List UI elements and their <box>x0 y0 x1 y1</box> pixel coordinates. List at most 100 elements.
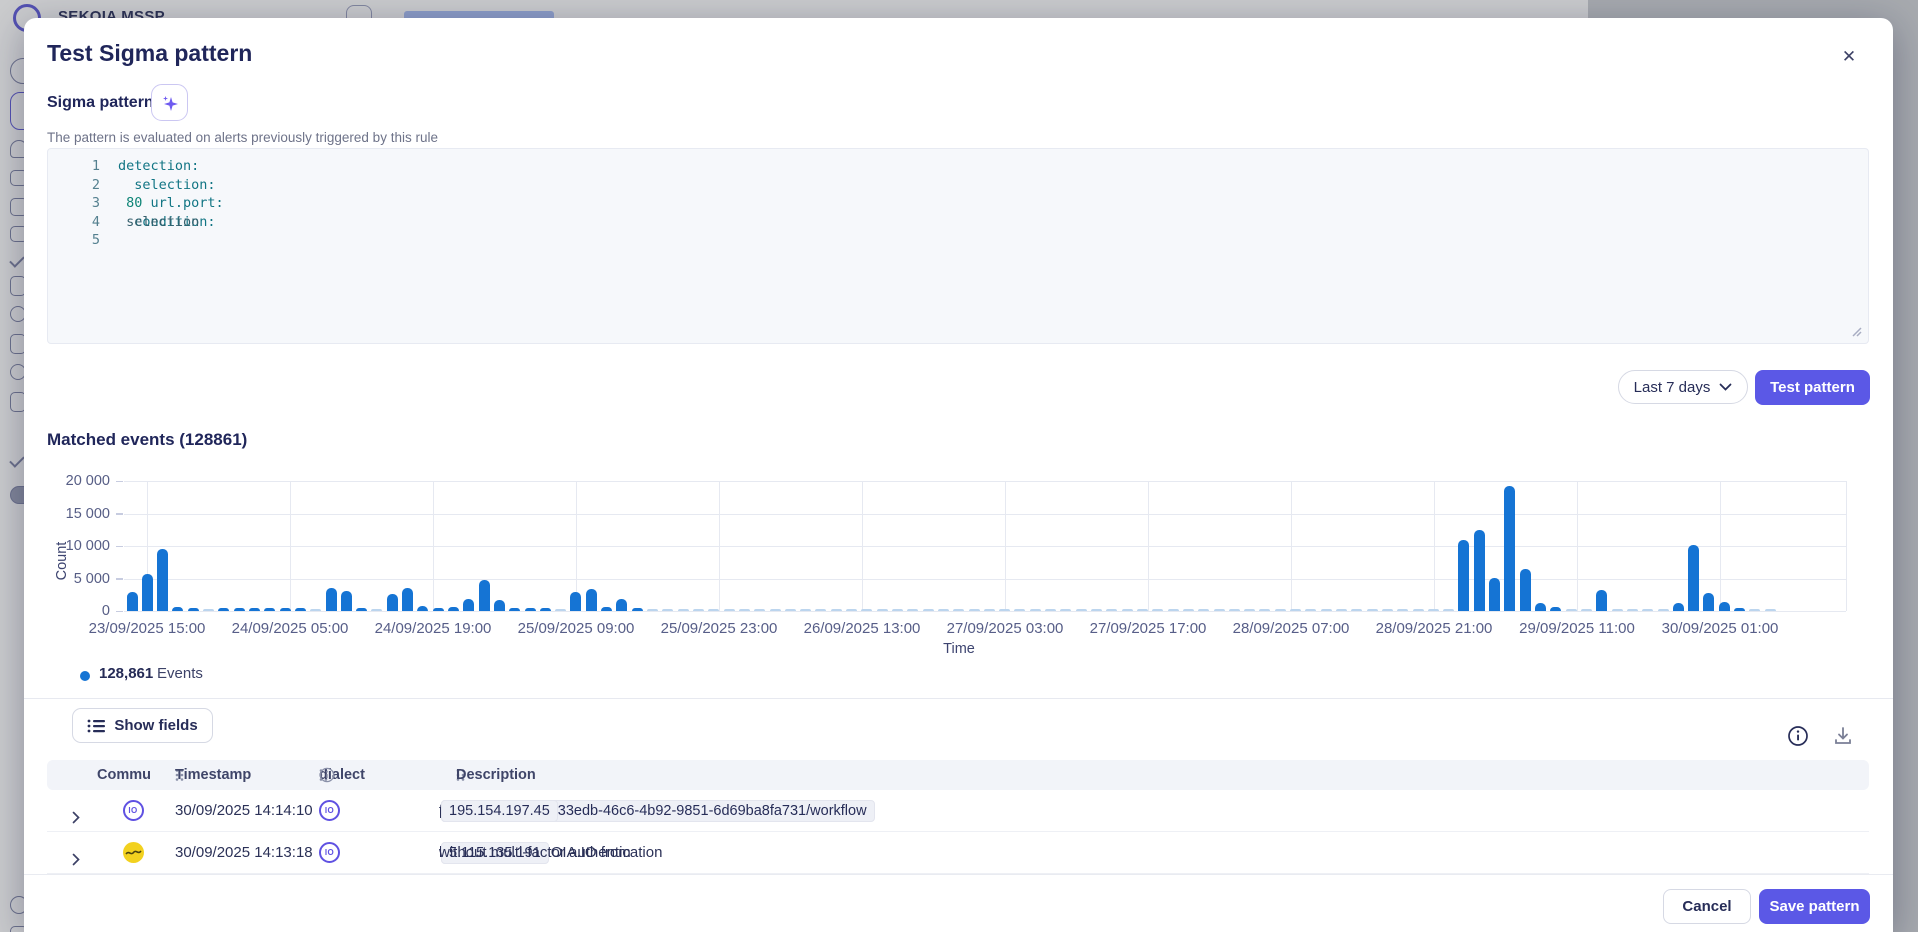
close-icon[interactable]: ✕ <box>1832 40 1866 74</box>
bar <box>1504 486 1515 611</box>
x-tick-label: 25/09/2025 23:00 <box>639 620 799 637</box>
bar <box>371 609 382 611</box>
bar <box>433 608 444 611</box>
cell-timestamp: 30/09/2025 14:14:10 <box>169 802 319 819</box>
show-fields-button[interactable]: Show fields <box>72 708 213 743</box>
bar <box>938 609 949 611</box>
gridline-h <box>124 579 1846 580</box>
gridline-v <box>433 481 434 611</box>
x-tick-label: 30/09/2025 01:00 <box>1640 620 1800 637</box>
bar <box>1627 609 1638 611</box>
x-tick-label: 27/09/2025 17:00 <box>1068 620 1228 637</box>
bar <box>218 608 229 611</box>
bar <box>1642 609 1653 611</box>
bar <box>907 609 918 611</box>
x-tick-label: 28/09/2025 21:00 <box>1354 620 1514 637</box>
column-info-icon[interactable] <box>319 767 335 783</box>
line-number: 3 <box>48 195 100 211</box>
y-tick-label: 20 000 <box>40 473 110 489</box>
bar <box>417 606 428 611</box>
bar <box>555 609 566 611</box>
bar <box>341 591 352 611</box>
bar <box>1443 609 1454 611</box>
download-icon[interactable] <box>1819 712 1845 738</box>
bar <box>142 574 153 611</box>
test-pattern-button[interactable]: Test pattern <box>1755 370 1870 405</box>
row-expand-button[interactable] <box>59 840 85 866</box>
bar <box>1581 609 1592 611</box>
bar <box>1137 609 1148 611</box>
bar <box>693 609 704 611</box>
save-pattern-button[interactable]: Save pattern <box>1759 889 1870 924</box>
bar <box>1566 609 1577 611</box>
table-row[interactable]: 30/09/2025 14:13:18IOCarole Besset logge… <box>47 832 1869 874</box>
bar <box>479 580 490 611</box>
bar <box>1458 540 1469 611</box>
y-tick-label: 10 000 <box>40 538 110 554</box>
bar <box>463 599 474 611</box>
header-label: Timestamp <box>175 767 251 783</box>
bar <box>387 594 398 611</box>
bar <box>326 588 337 611</box>
bar <box>739 609 750 611</box>
bar <box>785 609 796 611</box>
bar <box>540 608 551 611</box>
y-tick-label: 5 000 <box>40 571 110 587</box>
bar <box>1474 530 1485 611</box>
bar <box>923 609 934 611</box>
row-expand-button[interactable] <box>59 798 85 824</box>
timerange-dropdown[interactable]: Last 7 days <box>1618 370 1748 404</box>
bar <box>1045 609 1056 611</box>
bar <box>310 609 321 611</box>
info-icon[interactable] <box>1774 712 1800 738</box>
bar <box>678 609 689 611</box>
sigma-code-editor[interactable]: 1detection:2 selection:3 url.port: 804 c… <box>47 148 1869 344</box>
events-bar-chart: Count Time 20 00015 00010 0005 000023/09… <box>24 458 1893 673</box>
bar <box>264 608 275 611</box>
y-tick <box>116 546 123 548</box>
section-divider <box>24 698 1893 699</box>
gridline-v <box>862 481 863 611</box>
x-tick-label: 26/09/2025 13:00 <box>782 620 942 637</box>
gridline-v <box>719 481 720 611</box>
bar <box>861 609 872 611</box>
bar <box>1413 609 1424 611</box>
bar <box>770 609 781 611</box>
y-tick <box>116 513 123 515</box>
gridline-v <box>1434 481 1435 611</box>
bar <box>1688 545 1699 611</box>
bar <box>800 609 811 611</box>
bar <box>1673 603 1684 611</box>
cancel-button[interactable]: Cancel <box>1663 889 1751 924</box>
field-list-icon <box>87 719 105 733</box>
bar <box>831 609 842 611</box>
code-line: 3 url.port: 80 <box>48 195 1868 214</box>
gridline-v <box>1720 481 1721 611</box>
matched-events-heading: Matched events (128861) <box>47 430 247 450</box>
ai-sparkle-button[interactable] <box>151 84 188 121</box>
bar <box>1152 609 1163 611</box>
cell-timestamp: 30/09/2025 14:13:18 <box>169 844 319 861</box>
bar <box>203 609 214 611</box>
bar <box>892 609 903 611</box>
bar <box>632 608 643 611</box>
matched-events-table: CommuTimestampdialectDescriptionIO30/09/… <box>47 760 1869 874</box>
bar <box>1703 593 1714 611</box>
code-line: 2 selection: <box>48 177 1868 196</box>
user-avatar <box>123 842 144 863</box>
bar <box>1658 609 1669 611</box>
resize-handle-icon[interactable] <box>1848 323 1862 337</box>
header-label: Description <box>456 767 536 783</box>
bar <box>999 609 1010 611</box>
bar <box>525 608 536 611</box>
bar <box>1183 609 1194 611</box>
bar <box>1719 602 1730 611</box>
gridline-h <box>124 514 1846 515</box>
x-axis-label: Time <box>909 641 1009 657</box>
x-tick-label: 28/09/2025 07:00 <box>1211 620 1371 637</box>
code-line: 4 condition: selection <box>48 214 1868 233</box>
bar <box>1244 609 1255 611</box>
bar <box>1122 609 1133 611</box>
bar <box>1336 609 1347 611</box>
table-row[interactable]: IO30/09/2025 14:14:10IO[73d366f0-0ff0-44… <box>47 790 1869 832</box>
